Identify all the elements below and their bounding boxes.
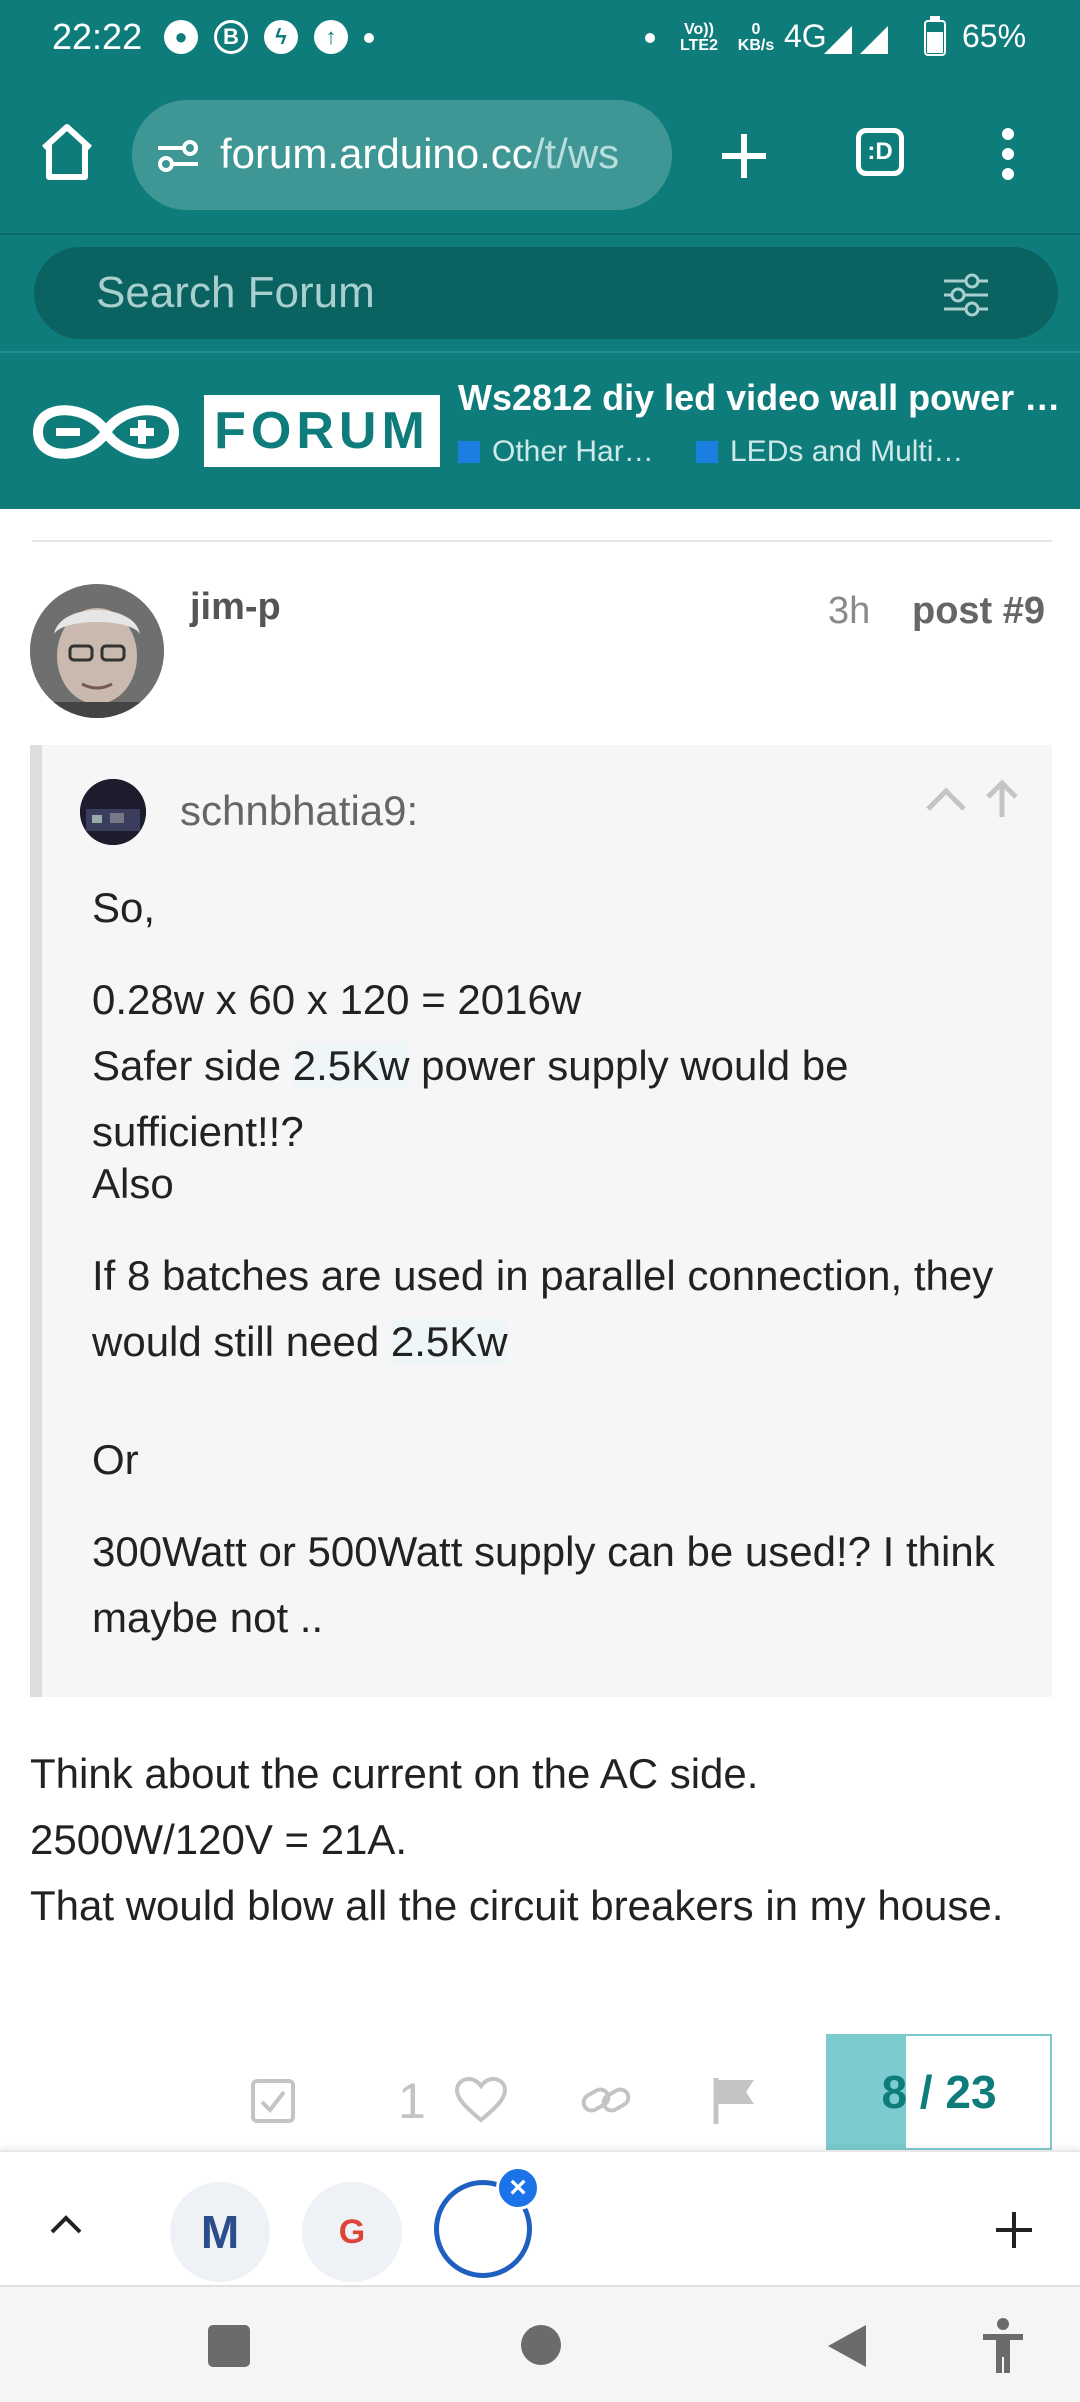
close-tab-icon[interactable]: ×: [496, 2166, 540, 2210]
search-bar[interactable]: [34, 247, 1058, 339]
tab-thumbnail-google[interactable]: G: [302, 2182, 402, 2282]
tab-thumbnail-m[interactable]: M: [170, 2182, 270, 2282]
recents-button[interactable]: [208, 2325, 250, 2367]
quote-paragraph: 300Watt or 500Watt supply can be used!? …: [92, 1528, 995, 1641]
progress-text: 8 / 23: [881, 2066, 997, 2118]
category-color-square: [696, 441, 718, 463]
post-username[interactable]: jim-p: [190, 586, 281, 629]
speed-indicator: 0 KB/s: [737, 21, 775, 54]
battery-percent: 65%: [962, 18, 1027, 54]
quote-paragraph: Also: [92, 1160, 174, 1207]
category-color-square: [458, 441, 480, 463]
quote-paragraph: Or: [92, 1436, 139, 1483]
quote-avatar[interactable]: [80, 779, 146, 845]
status-dot: [645, 33, 655, 43]
tab-switcher-label: :D: [867, 138, 893, 165]
avatar[interactable]: [30, 584, 164, 718]
overflow-menu-icon[interactable]: [1000, 126, 1016, 182]
topic-title[interactable]: Ws2812 diy led video wall power …: [458, 377, 1068, 419]
divider: [32, 540, 1052, 542]
battery-icon: [924, 16, 946, 56]
volte-indicator: Vo)) LTE2: [680, 21, 718, 54]
new-tab-plus-icon[interactable]: [994, 2210, 1034, 2250]
flag-icon[interactable]: [710, 2074, 758, 2126]
tab-switcher-button[interactable]: :D: [856, 128, 904, 176]
post-body: Think about the current on the AC side. …: [30, 1750, 1004, 1929]
quote-paragraph: If 8 batches are used in parallel connec…: [92, 1252, 994, 1365]
post-number[interactable]: post #9: [912, 590, 1045, 633]
url-text[interactable]: forum.arduino.cc/t/ws: [220, 130, 660, 178]
quote-author[interactable]: schnbhatia9:: [180, 787, 418, 835]
signal-icon: [824, 26, 888, 54]
arduino-logo-icon[interactable]: [30, 395, 182, 469]
back-button[interactable]: [822, 2321, 870, 2371]
link-icon[interactable]: [580, 2078, 632, 2122]
heart-icon[interactable]: [454, 2076, 508, 2124]
chevron-up-icon[interactable]: [48, 2212, 84, 2236]
home-button[interactable]: [521, 2325, 561, 2365]
forum-label[interactable]: FORUM: [204, 395, 440, 467]
forum-header: FORUM Ws2812 diy led video wall power … …: [0, 351, 1080, 509]
b-icon: B: [214, 20, 248, 54]
quote-paragraph: 0.28w x 60 x 120 = 2016w Safer side 2.5K…: [92, 976, 849, 1155]
chevron-up-icon[interactable]: [924, 783, 968, 813]
home-icon[interactable]: [38, 122, 96, 182]
site-settings-icon[interactable]: [156, 138, 200, 174]
quote-paragraph: So,: [92, 884, 156, 931]
category-leds[interactable]: LEDs and Multi…: [696, 435, 963, 469]
post-progress-indicator[interactable]: 8 / 23: [826, 2034, 1052, 2150]
like-count: 1: [398, 2073, 426, 2129]
network-type: 4G: [784, 18, 827, 54]
tab-strip: M G ×: [0, 2150, 1080, 2287]
status-time: 22:22: [52, 16, 143, 57]
post-time[interactable]: 3h: [828, 590, 870, 633]
checkbox-solution-icon[interactable]: [250, 2078, 296, 2124]
quote-block: schnbhatia9: So, 0.28w x 60 x 120 = 2016…: [30, 745, 1052, 1697]
filter-sliders-icon[interactable]: [942, 273, 990, 317]
system-nav-bar: [0, 2285, 1080, 2402]
more-notifications-dot: [364, 33, 374, 43]
messenger-icon: ϟ: [264, 20, 298, 54]
browser-toolbar: forum.arduino.cc/t/ws :D: [0, 78, 1080, 233]
accessibility-icon[interactable]: [980, 2317, 1026, 2375]
url-bar[interactable]: forum.arduino.cc/t/ws: [132, 100, 672, 210]
category-other-hardware[interactable]: Other Har…: [458, 435, 654, 469]
arrow-up-icon[interactable]: [982, 779, 1022, 819]
search-area: [0, 233, 1080, 353]
new-tab-icon[interactable]: [718, 130, 770, 182]
status-bar: 22:22 ● B ϟ ↑ Vo)) LTE2 0 KB/s 4G 65%: [0, 0, 1080, 78]
upload-icon: ↑: [314, 20, 348, 54]
search-input[interactable]: [94, 267, 898, 319]
chat-bubble-icon: ●: [164, 20, 198, 54]
